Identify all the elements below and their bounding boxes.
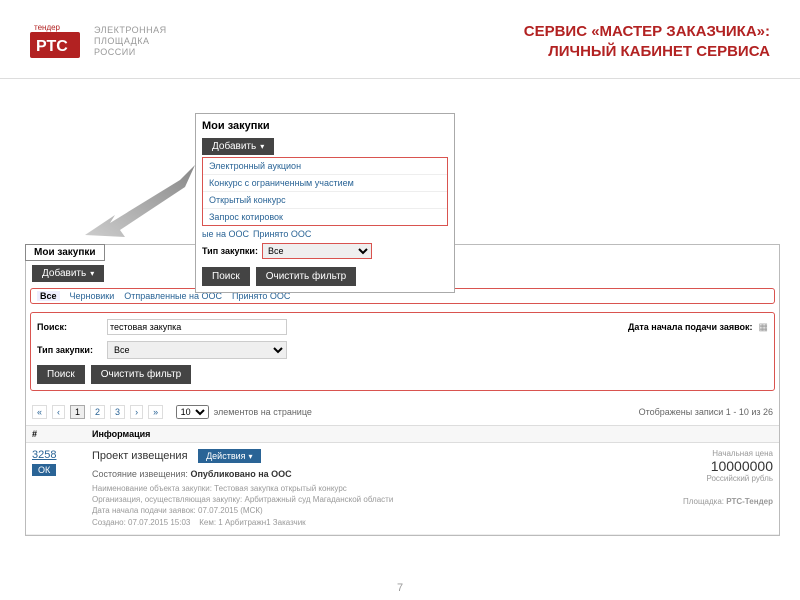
clear-filter-button[interactable]: Очистить фильтр: [256, 267, 357, 286]
menu-item-open[interactable]: Открытый конкурс: [203, 192, 447, 209]
filter-button-row: Поиск Очистить фильтр: [37, 365, 768, 384]
price-label: Начальная цена: [653, 449, 773, 458]
col-info: Информация: [92, 429, 653, 439]
logo-main-text: РТС: [36, 38, 68, 55]
platform-value: РТС-Тендер: [726, 497, 773, 506]
state-line: Состояние извещения: Опубликовано на ООС: [92, 469, 653, 479]
rts-logo: тендер РТС: [30, 20, 84, 63]
status-badge: ОК: [32, 464, 56, 476]
menu-item-limited[interactable]: Конкурс с ограниченным участием: [203, 175, 447, 192]
dropdown-popup: Мои закупки Добавить Электронный аукцион…: [195, 113, 455, 293]
page-3[interactable]: 3: [110, 405, 125, 419]
logo-sub-line: ПЛОЩАДКА: [94, 36, 167, 47]
search-input[interactable]: [107, 319, 287, 335]
tab-all[interactable]: Все: [37, 291, 60, 301]
search-label: Поиск:: [37, 322, 107, 332]
tab-sent-partial[interactable]: ые на ООС: [202, 229, 249, 239]
page-last-icon[interactable]: »: [148, 405, 163, 419]
per-page-label: элементов на странице: [214, 407, 312, 417]
clear-filter-button-main[interactable]: Очистить фильтр: [91, 365, 192, 384]
actions-button[interactable]: Действия: [198, 449, 260, 463]
info-cell: Проект извещения Действия Состояние изве…: [92, 449, 653, 528]
pager-summary: Отображены записи 1 - 10 из 26: [639, 407, 773, 417]
popup-title: Мои закупки: [202, 120, 448, 132]
date-label: Дата начала подачи заявок:: [628, 322, 753, 332]
logo-sub-line: ЭЛЕКТРОННАЯ: [94, 25, 167, 36]
state-label: Состояние извещения:: [92, 469, 188, 479]
meta-created-by: Кем: 1 Арбитражн1 Заказчик: [199, 518, 305, 527]
logo-top-text: тендер: [34, 23, 61, 32]
tab-drafts[interactable]: Черновики: [70, 291, 115, 301]
pagination: « ‹ 1 2 3 › » 10 элементов на странице О…: [26, 399, 779, 425]
type-select-main[interactable]: Все: [107, 341, 287, 359]
page-prev-icon[interactable]: ‹: [52, 405, 65, 419]
search-button[interactable]: Поиск: [202, 267, 250, 286]
price-currency: Российский рубль: [653, 474, 773, 483]
type-label: Тип закупки:: [37, 345, 107, 355]
logo-subtitle: ЭЛЕКТРОННАЯ ПЛОЩАДКА РОССИИ: [94, 25, 167, 57]
popup-button-row: Поиск Очистить фильтр: [202, 267, 448, 286]
menu-item-quotes[interactable]: Запрос котировок: [203, 209, 447, 225]
type-label: Тип закупки:: [202, 246, 258, 256]
filter-row-search: Поиск: Дата начала подачи заявок: ▦: [37, 319, 768, 335]
title-line: СЕРВИС «МАСТЕР ЗАКАЗЧИКА»:: [524, 22, 770, 42]
add-dropdown-menu: Электронный аукцион Конкурс с ограниченн…: [202, 157, 448, 226]
tab-accepted[interactable]: Принято ООС: [253, 229, 311, 239]
menu-item-auction[interactable]: Электронный аукцион: [203, 158, 447, 175]
platform-line: Площадка: РТС-Тендер: [653, 497, 773, 506]
calendar-icon[interactable]: ▦: [759, 322, 768, 333]
filter-row-type: Тип закупки: Все: [37, 341, 768, 359]
page-1[interactable]: 1: [70, 405, 85, 419]
state-value: Опубликовано на ООС: [190, 469, 291, 479]
search-button-main[interactable]: Поиск: [37, 365, 85, 384]
meta-block: Наименование объекта закупки: Тестовая з…: [92, 483, 653, 528]
meta-date: Дата начала подачи заявок: 07.07.2015 (М…: [92, 505, 653, 516]
add-button-main[interactable]: Добавить: [32, 265, 104, 282]
meta-org: Организация, осуществляющая закупку: Арб…: [92, 494, 653, 505]
filter-box: Поиск: Дата начала подачи заявок: ▦ Тип …: [30, 312, 775, 391]
slide-number: 7: [397, 582, 403, 594]
meta-created: Создано: 07.07.2015 15:03 Кем: 1 Арбитра…: [92, 517, 653, 528]
platform-label: Площадка:: [683, 497, 724, 506]
popup-tabs-partial: ые на ООС Принято ООС: [202, 229, 448, 239]
add-button[interactable]: Добавить: [202, 138, 274, 155]
logo-sub-line: РОССИИ: [94, 47, 167, 58]
per-page-select[interactable]: 10: [176, 405, 209, 419]
meta-name: Наименование объекта закупки: Тестовая з…: [92, 483, 653, 494]
popup-type-row: Тип закупки: Все: [202, 243, 448, 259]
callout-arrow-icon: [85, 165, 195, 248]
col-price: [653, 429, 773, 439]
type-select[interactable]: Все: [262, 243, 372, 259]
table-row: 3258 ОК Проект извещения Действия Состоя…: [26, 443, 779, 535]
meta-created-date: Создано: 07.07.2015 15:03: [92, 518, 190, 527]
price-cell: Начальная цена 10000000 Российский рубль…: [653, 449, 773, 528]
page-next-icon[interactable]: ›: [130, 405, 143, 419]
page-title: СЕРВИС «МАСТЕР ЗАКАЗЧИКА»: ЛИЧНЫЙ КАБИНЕ…: [524, 22, 770, 61]
purchase-id-link[interactable]: 3258: [32, 449, 92, 461]
title-line: ЛИЧНЫЙ КАБИНЕТ СЕРВИСА: [524, 42, 770, 62]
col-number: #: [32, 429, 92, 439]
logo-block: тендер РТС ЭЛЕКТРОННАЯ ПЛОЩАДКА РОССИИ: [30, 20, 167, 63]
price-value: 10000000: [653, 458, 773, 474]
page-first-icon[interactable]: «: [32, 405, 47, 419]
number-cell: 3258 ОК: [32, 449, 92, 528]
page-2[interactable]: 2: [90, 405, 105, 419]
project-title: Проект извещения: [92, 450, 188, 462]
slide-header: тендер РТС ЭЛЕКТРОННАЯ ПЛОЩАДКА РОССИИ С…: [0, 0, 800, 73]
header-divider: [0, 78, 800, 79]
table-header: # Информация: [26, 425, 779, 443]
